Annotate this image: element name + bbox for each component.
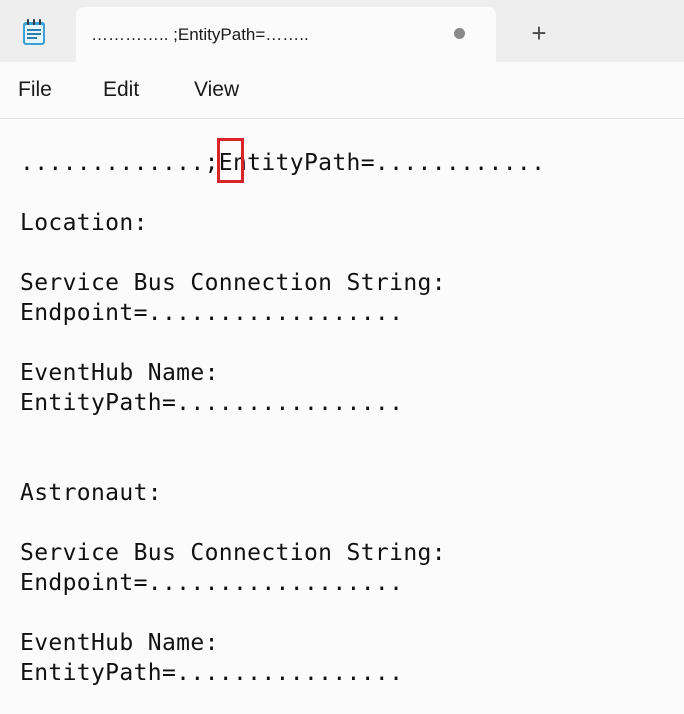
editor-line: Endpoint=.................. [20,300,404,326]
editor-line: EntityPath=................ [20,390,404,416]
notepad-window: ………….. ;EntityPath=…….. + File Edit View… [0,0,684,714]
document-tab[interactable]: ………….. ;EntityPath=…….. [76,7,496,63]
menu-bar: File Edit View [0,62,684,119]
text-editor[interactable]: .............;EntityPath=............ Lo… [0,119,684,714]
unsaved-dot-icon[interactable] [454,28,465,39]
menu-view[interactable]: View [194,78,239,102]
notepad-icon [22,18,46,46]
editor-line: Astronaut: [20,480,162,506]
editor-line: .............;EntityPath=............ [20,150,546,176]
editor-line: Service Bus Connection String: [20,270,446,296]
menu-file[interactable]: File [18,78,52,102]
tab-strip: ………….. ;EntityPath=…….. + [0,0,684,63]
editor-line: EntityPath=................ [20,660,404,686]
menu-edit[interactable]: Edit [103,78,139,102]
editor-line: Location: [20,210,148,236]
editor-line: Service Bus Connection String: [20,540,446,566]
editor-line: EventHub Name: [20,360,219,386]
editor-line: Endpoint=.................. [20,570,404,596]
semicolon-highlight-box [217,138,244,183]
new-tab-button[interactable]: + [522,18,556,50]
editor-line: EventHub Name: [20,630,219,656]
tab-title: ………….. ;EntityPath=…….. [91,25,309,44]
